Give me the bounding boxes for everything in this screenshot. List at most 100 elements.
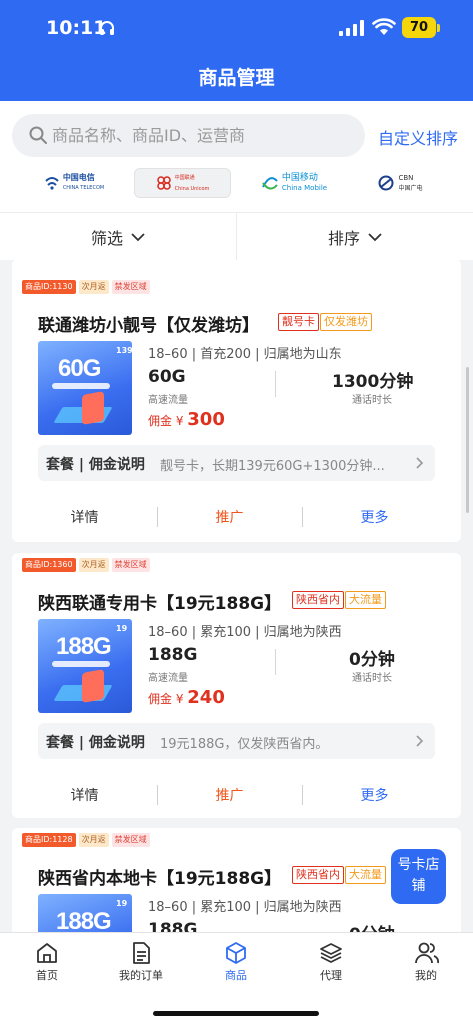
tab-orders-label: 我的订单 xyxy=(119,969,163,982)
carrier-mobile[interactable]: 中国移动 China Mobile xyxy=(250,168,338,198)
carrier-unicom[interactable]: 中国联通 China Unicom xyxy=(134,168,231,198)
promote-button[interactable]: 推广 xyxy=(157,777,302,813)
commission: 佣金 ¥ 240 xyxy=(148,687,225,708)
product-badge: 大流量 xyxy=(345,866,386,884)
signal-icon xyxy=(339,20,364,36)
chevron-right-icon xyxy=(416,735,424,747)
carrier-filter: 中国电信 CHINA TELECOM 中国联通 China Unicom 中国移动 C… xyxy=(0,168,473,200)
card-tags: 商品ID:1360 次月返 禁发区域 xyxy=(22,558,150,572)
product-id-tag: 商品ID:1360 xyxy=(22,558,76,572)
product-id-tag: 商品ID:1130 xyxy=(22,280,76,294)
minutes-label: 通话时长 xyxy=(352,673,392,684)
scrollbar[interactable] xyxy=(466,367,469,513)
tab-home[interactable]: 首页 xyxy=(0,933,94,989)
product-meta: 18–60 | 累充100 | 归属地为陕西 xyxy=(148,625,342,640)
search-area: 自定义排序 中国电信CHINA TELECOM 中国联通China Unicom xyxy=(0,101,473,212)
filter-bar: 筛选 排序 xyxy=(0,212,473,261)
orders-icon xyxy=(133,942,150,964)
next-month-tag: 次月返 xyxy=(78,280,109,294)
thumbnail-price-text: 139 xyxy=(116,346,132,355)
tab-products-label: 商品 xyxy=(225,969,247,982)
tab-products[interactable]: 商品 xyxy=(189,933,283,989)
package-label: 套餐 | 佣金说明 xyxy=(46,457,145,473)
package-info-row[interactable]: 套餐 | 佣金说明 19元188G，仅发陕西省内。 xyxy=(38,723,435,759)
page-title: 商品管理 xyxy=(198,67,275,89)
tab-bar: 首页 我的订单 商品 代理 我的 xyxy=(0,932,473,1024)
product-thumbnail: 188G 19 xyxy=(38,894,132,932)
thumbnail-price-text: 19 xyxy=(116,624,128,633)
header: 10:11 70 商品管理 xyxy=(0,0,473,101)
product-meta: 18–60 | 首充200 | 归属地为山东 xyxy=(148,347,342,362)
product-badge: 大流量 xyxy=(345,591,386,609)
banned-region-tag: 禁发区域 xyxy=(111,558,150,572)
commission-label: 佣金 ¥ xyxy=(148,692,188,706)
thumbnail-flow-text: 188G xyxy=(56,908,112,932)
broadnet-logo-icon xyxy=(378,175,394,191)
thumbnail-price-text: 19 xyxy=(116,899,128,908)
stat-divider xyxy=(275,371,276,397)
banned-region-tag: 禁发区域 xyxy=(111,280,150,294)
commission-value: 300 xyxy=(187,409,225,430)
product-thumbnail: 188G 19 xyxy=(38,619,132,713)
search-box[interactable] xyxy=(12,114,365,157)
banned-region-tag: 禁发区域 xyxy=(111,833,150,847)
promote-button[interactable]: 推广 xyxy=(157,499,302,535)
battery-tip xyxy=(437,24,440,32)
flow-label: 高速流量 xyxy=(148,395,188,406)
minutes-value: 0分钟 xyxy=(349,920,395,932)
detail-button[interactable]: 详情 xyxy=(12,777,157,813)
box-icon xyxy=(226,942,246,964)
tab-agent-label: 代理 xyxy=(320,969,342,982)
carrier-broadnet[interactable]: CBN 中国广电 xyxy=(360,168,440,198)
product-id-tag: 商品ID:1128 xyxy=(22,833,76,847)
search-icon xyxy=(29,126,47,144)
custom-sort-link[interactable]: 自定义排序 xyxy=(378,125,458,149)
carrier-telecom[interactable]: 中国电信 CHINA TELECOM xyxy=(30,168,118,198)
carrier-unicom-label: 中国联通 China Unicom xyxy=(174,175,210,192)
unicom-logo-icon xyxy=(156,176,171,190)
card-actions: 详情 推广 更多 xyxy=(12,499,461,535)
product-title: 联通潍坊小靓号【仅发潍坊】 xyxy=(38,316,259,336)
product-list[interactable]: 商品ID:1130 次月返 禁发区域 联通潍坊小靓号【仅发潍坊】 靓号卡 仅发潍… xyxy=(0,260,473,932)
shop-floating-button[interactable]: 号卡店 铺 xyxy=(391,849,446,904)
home-icon xyxy=(37,943,57,963)
tab-orders[interactable]: 我的订单 xyxy=(94,933,188,989)
product-title: 陕西联通专用卡【19元188G】 xyxy=(38,594,282,614)
filter-dropdown[interactable]: 筛选 xyxy=(0,213,236,261)
home-indicator xyxy=(153,1011,319,1016)
tab-mine-label: 我的 xyxy=(415,969,437,982)
flow-value: 188G xyxy=(148,645,198,665)
product-card: 商品ID:1360 次月返 禁发区域 陕西联通专用卡【19元188G】 陕西省内… xyxy=(12,553,461,818)
commission: 佣金 ¥ 300 xyxy=(148,409,225,430)
tab-agent[interactable]: 代理 xyxy=(284,933,378,989)
thumbnail-stripe xyxy=(52,661,110,667)
thumbnail-stripe xyxy=(52,383,110,389)
product-badge: 陕西省内 xyxy=(292,591,344,609)
thumbnail-phone-icon xyxy=(82,669,104,703)
sort-dropdown[interactable]: 排序 xyxy=(237,213,473,261)
shop-button-line1: 号卡店 xyxy=(397,857,440,873)
card-actions: 详情 推广 更多 xyxy=(12,777,461,813)
flow-value: 188G xyxy=(148,920,198,932)
more-button[interactable]: 更多 xyxy=(302,499,447,535)
battery-indicator: 70 xyxy=(402,17,436,38)
tab-mine[interactable]: 我的 xyxy=(379,933,473,989)
search-input[interactable] xyxy=(52,114,352,157)
product-meta: 18–60 | 累充100 | 归属地为陕西 xyxy=(148,900,342,915)
thumbnail-flow-text: 188G xyxy=(56,633,112,660)
sort-label: 排序 xyxy=(327,229,360,248)
package-label: 套餐 | 佣金说明 xyxy=(46,735,145,751)
more-button[interactable]: 更多 xyxy=(302,777,447,813)
carrier-mobile-label: 中国移动 China Mobile xyxy=(281,173,328,193)
status-bar: 10:11 70 xyxy=(0,0,473,58)
product-badge: 靓号卡 xyxy=(278,313,319,331)
headphone-icon xyxy=(100,21,114,35)
package-info-row[interactable]: 套餐 | 佣金说明 靓号卡，长期139元60G+1300分钟... xyxy=(38,445,435,481)
product-title: 陕西省内本地卡【19元188G】 xyxy=(38,869,282,889)
detail-button[interactable]: 详情 xyxy=(12,499,157,535)
product-thumbnail: 60G 139 xyxy=(38,341,132,435)
card-tags: 商品ID:1130 次月返 禁发区域 xyxy=(22,280,150,294)
chevron-down-icon xyxy=(131,232,145,241)
product-badge: 陕西省内 xyxy=(292,866,344,884)
commission-value: 240 xyxy=(187,687,225,708)
